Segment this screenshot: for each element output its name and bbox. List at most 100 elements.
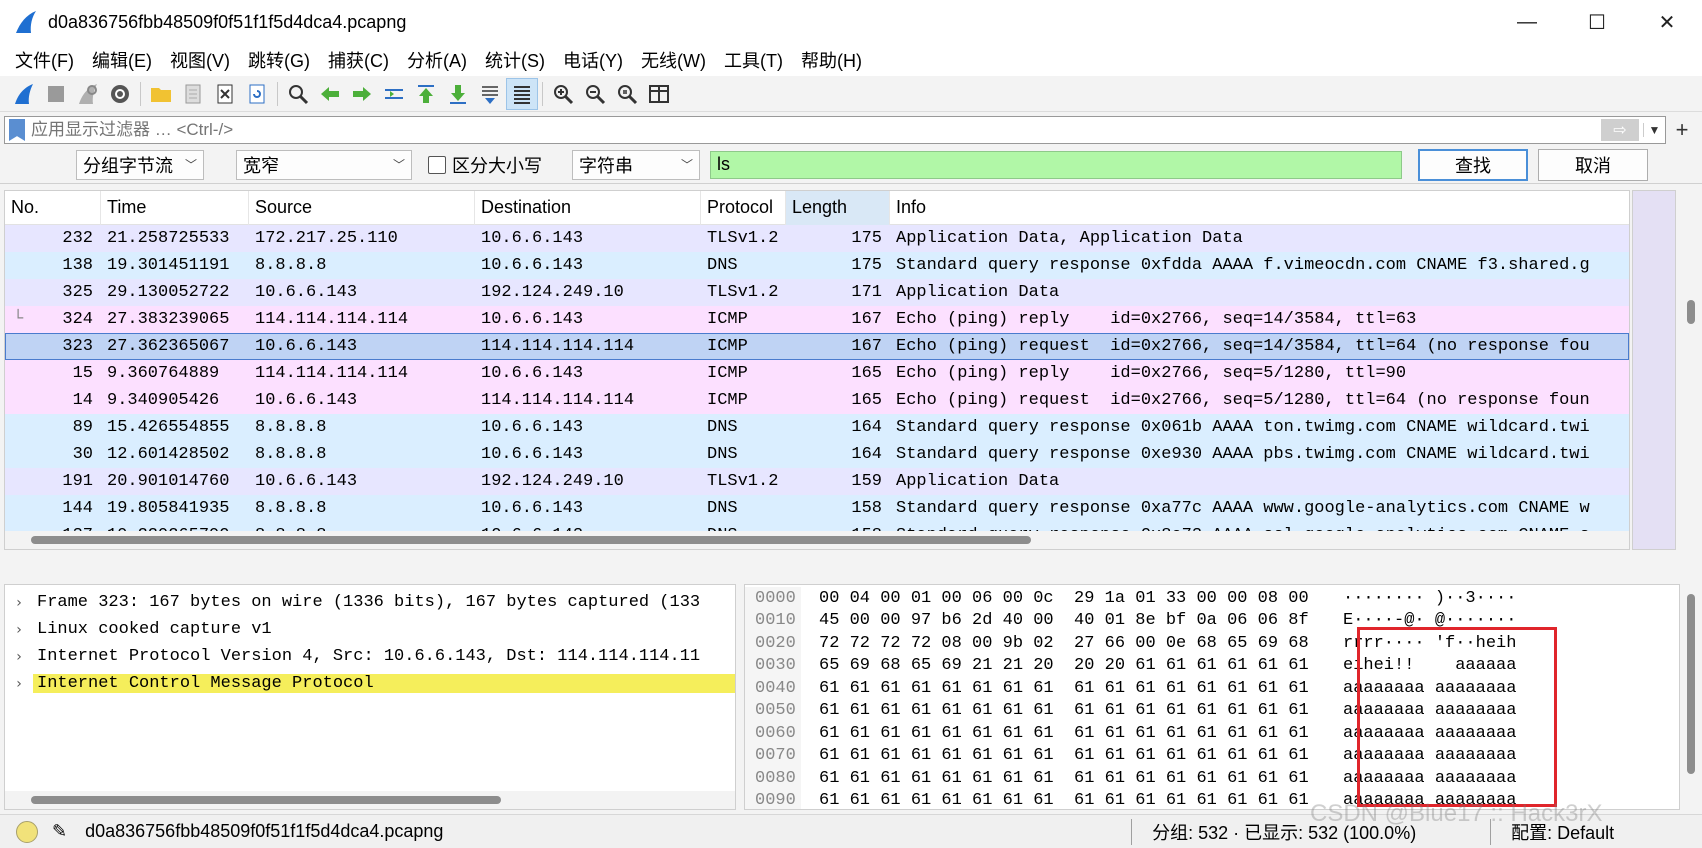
menu-help[interactable]: 帮助(H) — [792, 47, 871, 73]
byte-row[interactable]: 0000 00 04 00 01 00 06 00 0c 29 1a 01 33 … — [745, 587, 1679, 610]
menu-capture[interactable]: 捕获(C) — [319, 47, 398, 73]
packet-length: 164 — [851, 418, 882, 437]
go-last-packet-icon[interactable] — [442, 78, 474, 110]
column-header-protocol[interactable]: Protocol — [701, 191, 786, 225]
column-header-destination[interactable]: Destination — [475, 191, 701, 225]
find-magnifier-icon[interactable] — [282, 78, 314, 110]
capture-options-gear-icon[interactable] — [104, 78, 136, 110]
column-header-no[interactable]: No. — [5, 191, 101, 225]
column-header-info[interactable]: Info — [890, 191, 1629, 225]
byte-offset: 0000 — [745, 587, 801, 610]
auto-scroll-icon[interactable] — [474, 78, 506, 110]
go-back-arrow-icon[interactable] — [314, 78, 346, 110]
wireshark-window: d0a836756fbb48509f0f51f1f5d4dca4.pcapng … — [0, 0, 1702, 848]
byte-hex: 61 61 61 61 61 61 61 61 61 61 61 61 61 6… — [819, 768, 1309, 788]
packet-list-vscroll[interactable] — [1682, 190, 1700, 550]
expand-chevron-icon[interactable]: › — [5, 622, 33, 638]
stop-square-icon[interactable] — [40, 78, 72, 110]
details-hscroll[interactable] — [5, 791, 735, 809]
packet-row[interactable]: 30 12.601428502 8.8.8.8 10.6.6.143 DNS 164 Sta… — [5, 441, 1629, 468]
byte-offset: 0080 — [745, 767, 801, 790]
menu-file[interactable]: 文件(F) — [6, 47, 83, 73]
packet-length: 165 — [851, 364, 882, 383]
bytes-vscroll[interactable] — [1682, 584, 1700, 810]
restart-fin-icon[interactable] — [72, 78, 104, 110]
packet-row[interactable]: 138 19.301451191 8.8.8.8 10.6.6.143 DNS 175 St… — [5, 252, 1629, 279]
go-to-packet-icon[interactable] — [378, 78, 410, 110]
capture-comment-icon[interactable]: ✎ — [52, 821, 67, 842]
expand-chevron-icon[interactable]: › — [5, 595, 33, 611]
shark-fin-start-icon[interactable] — [8, 78, 40, 110]
maximize-button[interactable]: ☐ — [1562, 0, 1632, 44]
menu-go[interactable]: 跳转(G) — [239, 47, 319, 73]
close-button[interactable]: ✕ — [1632, 0, 1702, 44]
expand-chevron-icon[interactable]: › — [5, 676, 33, 692]
search-type-value: 字符串 — [579, 155, 633, 176]
colorize-list-icon[interactable] — [506, 77, 538, 110]
menu-edit[interactable]: 编辑(E) — [83, 47, 161, 73]
menu-statistics[interactable]: 统计(S) — [476, 47, 554, 73]
detail-tree-item[interactable]: › Internet Control Message Protocol — [5, 670, 735, 697]
detail-tree-item[interactable]: › Linux cooked capture v1 — [5, 616, 735, 643]
packet-row[interactable]: 232 21.258725533 172.217.25.110 10.6.6.143 T… — [5, 225, 1629, 252]
zoom-out-icon[interactable] — [579, 78, 611, 110]
packet-info: Standard query response 0xfdda AAAA f.vi… — [896, 256, 1590, 275]
resize-columns-icon[interactable] — [643, 78, 675, 110]
find-button[interactable]: 查找 — [1418, 148, 1528, 181]
packet-destination: 10.6.6.143 — [481, 256, 584, 275]
go-first-packet-icon[interactable] — [410, 78, 442, 110]
display-filter-input[interactable] — [31, 120, 1601, 140]
reload-file-icon[interactable] — [241, 78, 273, 110]
column-header-source[interactable]: Source — [249, 191, 475, 225]
packet-list-hscroll[interactable] — [5, 531, 1629, 549]
scroll-thumb[interactable] — [1687, 300, 1695, 324]
packet-row[interactable]: 325 29.130052722 10.6.6.143 192.124.249.10 T… — [5, 279, 1629, 306]
packet-row[interactable]: └ 324 27.383239065 114.114.114.114 10.6.6.14… — [5, 306, 1629, 333]
byte-offset: 0010 — [745, 609, 801, 632]
packet-row[interactable]: 323 27.362365067 10.6.6.143 114.114.114.114… — [5, 333, 1629, 360]
packet-minimap[interactable] — [1632, 190, 1676, 550]
char-width-select[interactable]: 宽窄 ﹀ — [236, 149, 412, 180]
column-header-length[interactable]: Length — [786, 191, 890, 225]
menu-analyze[interactable]: 分析(A) — [398, 47, 476, 73]
menu-wireless[interactable]: 无线(W) — [632, 47, 715, 73]
minimize-button[interactable]: — — [1492, 0, 1562, 44]
menu-telephony[interactable]: 电话(Y) — [554, 47, 632, 73]
detail-text: Linux cooked capture v1 — [37, 620, 272, 639]
menu-view[interactable]: 视图(V) — [161, 47, 239, 73]
search-in-select[interactable]: 分组字节流 ﹀ — [76, 149, 204, 180]
case-sensitive-option: 区分大小写 — [428, 152, 564, 178]
packet-row[interactable]: 89 15.426554855 8.8.8.8 10.6.6.143 DNS 164 Sta… — [5, 414, 1629, 441]
cancel-button[interactable]: 取消 — [1538, 148, 1648, 181]
search-type-select[interactable]: 字符串 ﹀ — [572, 149, 700, 180]
filter-bookmark-icon[interactable] — [9, 119, 25, 141]
case-sensitive-checkbox[interactable] — [428, 155, 446, 174]
expert-info-icon[interactable] — [16, 820, 38, 843]
scroll-thumb[interactable] — [31, 796, 501, 804]
open-folder-icon[interactable] — [145, 78, 177, 110]
packet-destination: 10.6.6.143 — [481, 229, 584, 248]
filter-history-dropdown-icon[interactable]: ▼ — [1643, 123, 1665, 137]
packet-row[interactable]: 14 9.340905426 10.6.6.143 114.114.114.114 IC… — [5, 387, 1629, 414]
zoom-normal-icon[interactable] — [611, 78, 643, 110]
close-file-icon[interactable] — [209, 78, 241, 110]
go-forward-arrow-icon[interactable] — [346, 78, 378, 110]
find-string-input[interactable]: ls — [710, 150, 1402, 179]
status-file-name: d0a836756fbb48509f0f51f1f5d4dca4.pcapng — [85, 821, 444, 841]
watermark: CSDN @Blue17 :: Hack3rX — [1310, 800, 1603, 827]
byte-hex: 61 61 61 61 61 61 61 61 61 61 61 61 61 6… — [819, 701, 1309, 721]
zoom-in-icon[interactable] — [547, 78, 579, 110]
menu-tools[interactable]: 工具(T) — [715, 47, 792, 73]
packet-row[interactable]: 15 9.360764889 114.114.114.114 10.6.6.143 IC… — [5, 360, 1629, 387]
column-header-time[interactable]: Time — [101, 191, 249, 225]
scroll-thumb[interactable] — [1687, 594, 1695, 774]
expand-chevron-icon[interactable]: › — [5, 649, 33, 665]
detail-tree-item[interactable]: › Frame 323: 167 bytes on wire (1336 bits… — [5, 589, 735, 616]
save-file-icon[interactable] — [177, 78, 209, 110]
packet-row[interactable]: 144 19.805841935 8.8.8.8 10.6.6.143 DNS 158 St… — [5, 495, 1629, 522]
detail-tree-item[interactable]: › Internet Protocol Version 4, Src: 10.6.… — [5, 643, 735, 670]
add-filter-button[interactable]: + — [1666, 117, 1698, 143]
scroll-thumb[interactable] — [31, 536, 1031, 544]
apply-filter-arrow-icon[interactable]: ⇨ — [1601, 119, 1639, 141]
packet-row[interactable]: 191 20.901014760 10.6.6.143 192.124.249.10 T… — [5, 468, 1629, 495]
